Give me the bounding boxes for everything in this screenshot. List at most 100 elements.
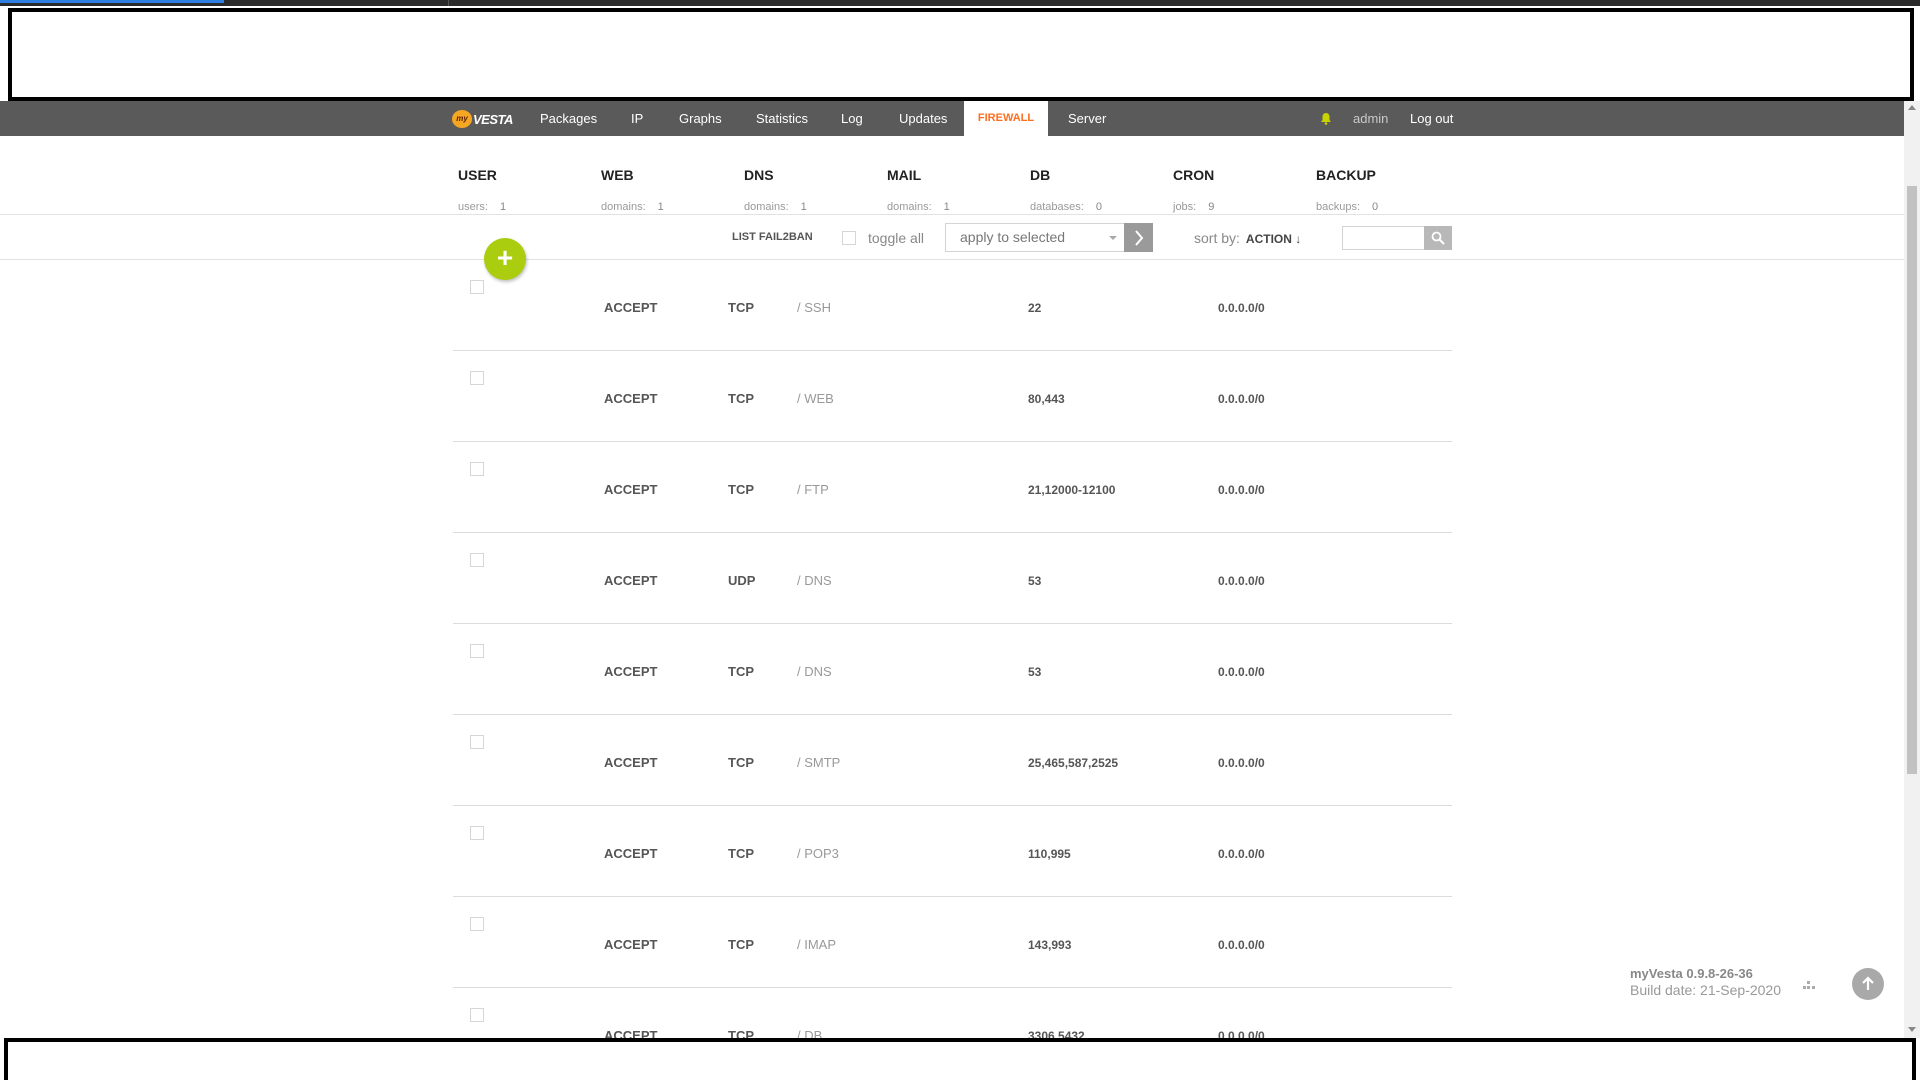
stat-web-title[interactable]: WEB	[601, 167, 634, 183]
stat-backup-title[interactable]: BACKUP	[1316, 167, 1376, 183]
logo-my: my	[452, 110, 472, 128]
nav-item-ip[interactable]: IP	[631, 101, 643, 136]
rule-action: ACCEPT	[604, 573, 658, 588]
stat-db-value: 0	[1095, 201, 1102, 213]
scroll-up-arrow-icon[interactable]	[1908, 105, 1916, 110]
stat-db-count: databases: 0	[1030, 201, 1102, 213]
rule-port: 80,443	[1028, 392, 1065, 406]
chevron-right-icon	[1134, 229, 1143, 246]
row-checkbox[interactable]	[470, 280, 484, 294]
rule-protocol: UDP	[728, 573, 756, 588]
bulk-action-select[interactable]: apply to selected	[945, 223, 1128, 252]
tab-separator	[448, 0, 449, 6]
stat-cron-count: jobs: 9	[1173, 201, 1214, 213]
stat-backup-label: backups:	[1316, 201, 1361, 213]
scroll-down-arrow-icon[interactable]	[1908, 1027, 1916, 1032]
rule-port: 143,993	[1028, 938, 1072, 952]
rule-service: / IMAP	[797, 937, 837, 952]
toggle-all-checkbox[interactable]	[842, 231, 856, 245]
rule-service: / FTP	[797, 482, 829, 497]
table-row[interactable]: ACCEPT TCP / POP3 110,995 0.0.0.0/0	[453, 806, 1452, 897]
stat-dns-label: domains:	[744, 201, 789, 213]
sort-by-control[interactable]: sort by: ACTION ↓	[1194, 230, 1301, 246]
stat-mail-value: 1	[943, 201, 950, 213]
rule-service: / SSH	[797, 300, 831, 315]
table-row[interactable]: ACCEPT TCP / WEB 80,443 0.0.0.0/0	[453, 351, 1452, 442]
table-row[interactable]: ACCEPT TCP / IMAP 143,993 0.0.0.0/0	[453, 897, 1452, 988]
stat-cron-value: 9	[1208, 201, 1215, 213]
rule-service: / SMTP	[797, 755, 841, 770]
stat-dns-value: 1	[800, 201, 807, 213]
rule-protocol: TCP	[728, 391, 754, 406]
search-input[interactable]	[1342, 226, 1425, 250]
rule-ip: 0.0.0.0/0	[1218, 756, 1265, 770]
nav-item-firewall[interactable]: FIREWALL	[964, 101, 1048, 136]
row-checkbox[interactable]	[470, 917, 484, 931]
table-row[interactable]: ACCEPT TCP / DNS 53 0.0.0.0/0	[453, 624, 1452, 715]
rule-ip: 0.0.0.0/0	[1218, 301, 1265, 315]
rule-ip: 0.0.0.0/0	[1218, 392, 1265, 406]
stat-mail-label: domains:	[887, 201, 932, 213]
add-rule-button[interactable]: +	[484, 238, 526, 280]
apply-button[interactable]	[1124, 223, 1153, 252]
list-fail2ban-link[interactable]: LIST FAIL2BAN	[732, 231, 813, 243]
rule-ip: 0.0.0.0/0	[1218, 483, 1265, 497]
shortcuts-icon[interactable]	[1802, 980, 1816, 990]
myvesta-logo[interactable]: my VESTA	[452, 110, 513, 128]
stat-dns-title[interactable]: DNS	[744, 167, 774, 183]
rule-protocol: TCP	[728, 482, 754, 497]
rule-ip: 0.0.0.0/0	[1218, 665, 1265, 679]
rule-service: / POP3	[797, 846, 839, 861]
nav-item-log[interactable]: Log	[841, 101, 863, 136]
stats-divider	[0, 214, 1904, 215]
table-row[interactable]: ACCEPT TCP / FTP 21,12000-12100 0.0.0.0/…	[453, 442, 1452, 533]
stat-user-title[interactable]: USER	[458, 167, 497, 183]
sort-by-value[interactable]: ACTION ↓	[1246, 232, 1301, 246]
overlay-box-bottom	[4, 1038, 1916, 1080]
nav-item-updates[interactable]: Updates	[899, 101, 947, 136]
stat-backup-count: backups: 0	[1316, 201, 1378, 213]
search-button[interactable]	[1424, 226, 1452, 250]
nav-item-packages[interactable]: Packages	[540, 101, 597, 136]
row-checkbox[interactable]	[470, 735, 484, 749]
row-checkbox[interactable]	[470, 1008, 484, 1022]
rule-action: ACCEPT	[604, 755, 658, 770]
stat-mail-title[interactable]: MAIL	[887, 167, 921, 183]
toggle-all-label[interactable]: toggle all	[868, 230, 924, 246]
row-checkbox[interactable]	[470, 644, 484, 658]
bell-icon[interactable]	[1320, 112, 1332, 125]
stat-db-title[interactable]: DB	[1030, 167, 1050, 183]
nav-item-graphs[interactable]: Graphs	[679, 101, 722, 136]
table-row[interactable]: ACCEPT TCP / SSH 22 0.0.0.0/0	[453, 260, 1452, 351]
row-checkbox[interactable]	[470, 371, 484, 385]
nav-item-server[interactable]: Server	[1068, 101, 1106, 136]
rule-ip: 0.0.0.0/0	[1218, 938, 1265, 952]
table-row[interactable]: ACCEPT TCP / SMTP 25,465,587,2525 0.0.0.…	[453, 715, 1452, 806]
search-icon	[1431, 231, 1445, 245]
row-checkbox[interactable]	[470, 826, 484, 840]
rule-port: 25,465,587,2525	[1028, 756, 1119, 770]
admin-user-link[interactable]: admin	[1353, 101, 1388, 136]
scroll-to-top-button[interactable]	[1852, 968, 1884, 1000]
logo-vesta: VESTA	[473, 111, 513, 127]
logout-link[interactable]: Log out	[1410, 101, 1453, 136]
rule-action: ACCEPT	[604, 482, 658, 497]
stat-db-label: databases:	[1030, 201, 1084, 213]
stat-cron-title[interactable]: CRON	[1173, 167, 1214, 183]
scrollbar-thumb[interactable]	[1907, 186, 1917, 774]
nav-item-statistics[interactable]: Statistics	[756, 101, 808, 136]
rule-port: 110,995	[1028, 847, 1071, 861]
stat-cron-label: jobs:	[1173, 201, 1197, 213]
arrow-up-icon	[1862, 976, 1874, 990]
row-checkbox[interactable]	[470, 553, 484, 567]
table-row[interactable]: ACCEPT UDP / DNS 53 0.0.0.0/0	[453, 533, 1452, 624]
rule-ip: 0.0.0.0/0	[1218, 574, 1265, 588]
vertical-scrollbar[interactable]	[1904, 101, 1920, 1038]
rule-protocol: TCP	[728, 664, 754, 679]
stat-dns-count: domains: 1	[744, 201, 807, 213]
bulk-action-value: apply to selected	[960, 229, 1066, 245]
overlay-box-top	[8, 8, 1914, 101]
stat-web-value: 1	[657, 201, 664, 213]
rule-port: 53	[1028, 574, 1042, 588]
row-checkbox[interactable]	[470, 462, 484, 476]
